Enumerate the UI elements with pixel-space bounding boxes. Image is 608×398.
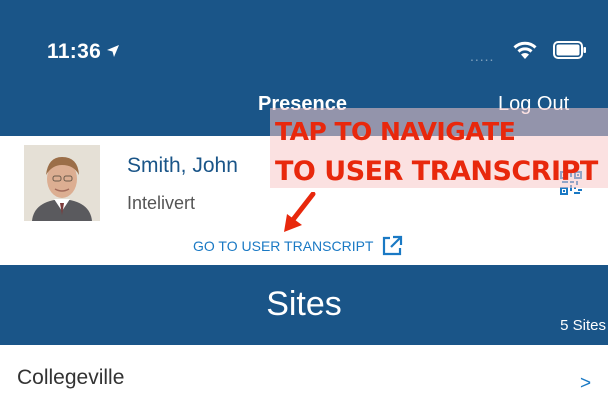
battery-icon <box>553 41 586 59</box>
wifi-icon <box>513 41 537 59</box>
user-company: Intelivert <box>127 193 196 213</box>
annotation-arrow-icon <box>284 192 316 232</box>
site-list-item[interactable]: Collegeville > <box>0 345 608 398</box>
external-link-icon <box>383 235 403 256</box>
annotation-callout: TAP TO NAVIGATE TO USER TRANSCRIPT <box>275 112 598 192</box>
status-time: 11:36 <box>47 40 102 63</box>
location-arrow-icon <box>107 45 119 57</box>
sites-title: Sites <box>266 285 342 323</box>
cellular-signal-icon: ..... <box>470 48 495 64</box>
go-to-user-transcript-link[interactable]: GO TO USER TRANSCRIPT <box>193 235 403 257</box>
annotation-line-2: TO USER TRANSCRIPT <box>275 156 598 187</box>
chevron-right-icon: > <box>580 373 592 394</box>
sites-count: 5 Sites <box>560 317 606 334</box>
annotation-line-1: TAP TO NAVIGATE <box>275 117 516 146</box>
sites-header: Sites 5 Sites <box>0 265 608 345</box>
user-name: Smith, John <box>127 154 238 177</box>
transcript-link-label: GO TO USER TRANSCRIPT <box>193 238 374 254</box>
site-name: Collegeville <box>17 366 125 389</box>
avatar <box>24 145 100 221</box>
